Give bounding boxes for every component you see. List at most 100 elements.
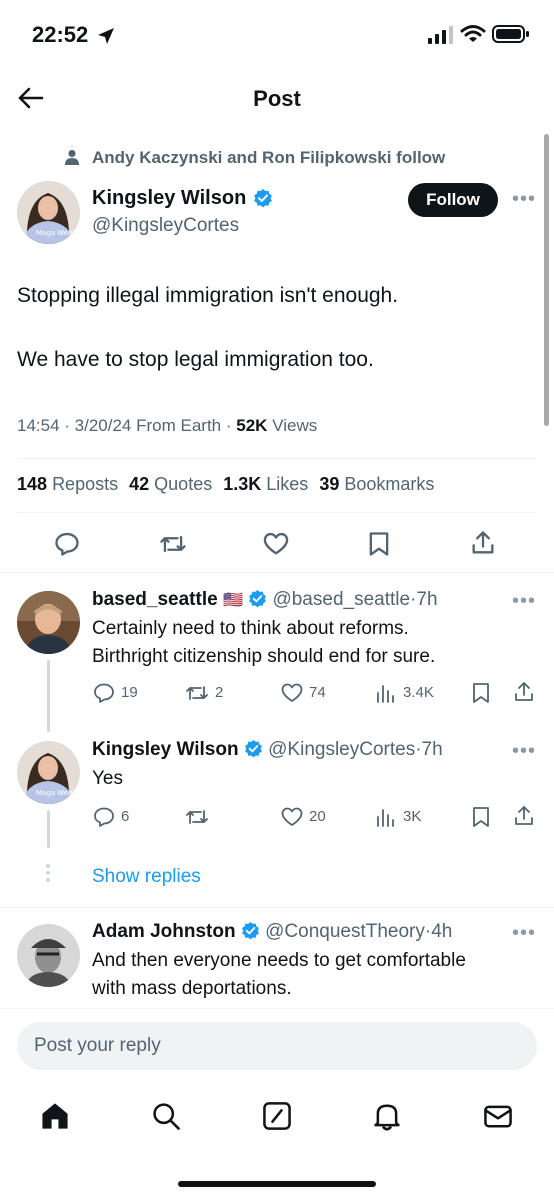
composer-area: Post your reply (0, 1008, 554, 1082)
reply-text-line-1: Certainly need to think about reforms. (92, 618, 409, 639)
share-icon[interactable] (512, 804, 536, 828)
reply-handle[interactable]: @based_seattle (272, 589, 410, 610)
reply-author-name[interactable]: Adam Johnston (92, 921, 236, 942)
post-stats: 148 Reposts 42 Quotes 1.3K Likes 39 Book… (17, 474, 434, 495)
reply-age[interactable]: 7h (416, 589, 437, 610)
views-label: Views (272, 416, 318, 435)
like-count: 74 (309, 684, 326, 701)
reply-age[interactable]: 4h (431, 921, 452, 942)
bookmark-icon[interactable] (470, 681, 492, 705)
page-title: Post (253, 86, 301, 111)
notifications-bell-icon[interactable] (371, 1100, 403, 1132)
social-context[interactable]: Andy Kaczynski and Ron Filipkowski follo… (92, 148, 445, 168)
like-icon[interactable] (280, 681, 304, 705)
thread-line (47, 660, 50, 732)
battery-icon (492, 25, 529, 43)
author-handle[interactable]: @KingsleyCortes (92, 215, 239, 237)
bookmark-icon[interactable] (366, 530, 392, 558)
post-time[interactable]: 14:54 (17, 416, 60, 435)
reply-input-placeholder: Post your reply (34, 1035, 161, 1056)
author-name-row[interactable]: Kingsley Wilson (92, 187, 273, 210)
reply-avatar[interactable] (17, 924, 80, 987)
wifi-icon (460, 25, 486, 42)
post-text-line-2: We have to stop legal immigration too. (17, 348, 374, 371)
post-text-line-1: Stopping illegal immigration isn't enoug… (17, 284, 399, 307)
reply-header: Kingsley Wilson @KingsleyCortes·7h (92, 739, 443, 760)
like-count: 20 (309, 808, 326, 825)
reply-icon[interactable] (92, 681, 116, 705)
search-icon[interactable] (150, 1100, 182, 1132)
bookmarks-stat[interactable]: 39 Bookmarks (319, 474, 434, 494)
divider (17, 458, 537, 459)
reposts-stat[interactable]: 148 Reposts (17, 474, 118, 494)
cellular-signal-icon (428, 26, 453, 44)
compose-icon[interactable] (261, 1100, 293, 1132)
header-bar: Post (0, 70, 554, 130)
repost-icon[interactable] (184, 681, 210, 705)
scrollbar[interactable] (544, 134, 549, 426)
avatar-shirt-text: Maga Wealthy (36, 789, 80, 797)
reply-handle[interactable]: @ConquestTheory (265, 921, 425, 942)
reply-text-line-1: Yes (92, 768, 123, 789)
verified-badge-icon (241, 921, 259, 940)
repost-count: 2 (215, 684, 224, 701)
reply-actions: 6 20 3K (92, 804, 538, 830)
flag-icon: 🇺🇸 (222, 592, 243, 609)
views-count: 3.4K (403, 684, 434, 701)
post-meta: 14:54 · 3/20/24 From Earth · 52K Views (17, 416, 318, 435)
reply-icon[interactable] (53, 530, 81, 558)
person-icon (65, 149, 79, 165)
divider (0, 907, 554, 908)
status-time: 22:52 (32, 22, 89, 47)
more-options-icon[interactable]: ••• (512, 189, 536, 209)
reply-header: Adam Johnston @ConquestTheory·4h (92, 921, 453, 942)
views-icon[interactable] (375, 682, 397, 704)
more-options-icon[interactable]: ••• (512, 591, 536, 611)
reply-input[interactable]: Post your reply (17, 1022, 537, 1070)
reply-count: 19 (121, 684, 138, 701)
divider (17, 512, 537, 513)
like-icon[interactable] (280, 805, 304, 829)
verified-badge-icon (244, 739, 262, 758)
post-date[interactable]: 3/20/24 (75, 416, 132, 435)
reply-author-name[interactable]: based_seattle (92, 589, 218, 610)
follow-label: Follow (426, 190, 480, 209)
reply-count: 6 (121, 808, 130, 825)
thread-line (47, 810, 50, 848)
reply-icon[interactable] (92, 805, 116, 829)
views-count: 52K (236, 416, 268, 435)
reply-avatar[interactable]: Maga Wealthy (17, 741, 80, 804)
views-count: 3K (403, 808, 422, 825)
reply-text-line-2: with mass deportations. (92, 978, 292, 999)
quotes-stat[interactable]: 42 Quotes (129, 474, 212, 494)
share-icon[interactable] (469, 529, 497, 557)
likes-stat[interactable]: 1.3K Likes (223, 474, 308, 494)
bookmark-icon[interactable] (470, 805, 492, 829)
reply-text-line-2: Birthright citizenship should end for su… (92, 646, 436, 667)
status-bar: 22:52 (0, 0, 554, 70)
divider (0, 572, 554, 573)
repost-icon[interactable] (184, 805, 210, 829)
reply-actions: 19 2 74 3.4K (92, 680, 538, 706)
show-replies-link[interactable]: Show replies (92, 866, 201, 888)
author-name: Kingsley Wilson (92, 187, 247, 209)
reply-avatar[interactable] (17, 591, 80, 654)
reply-handle[interactable]: @KingsleyCortes (268, 739, 415, 760)
like-icon[interactable] (262, 530, 290, 558)
follow-button[interactable]: Follow (408, 183, 498, 217)
thread-dots (46, 864, 51, 882)
home-indicator (178, 1181, 376, 1187)
repost-icon[interactable] (158, 530, 188, 558)
reply-author-name[interactable]: Kingsley Wilson (92, 739, 239, 760)
more-options-icon[interactable]: ••• (512, 923, 536, 943)
messages-mail-icon[interactable] (482, 1100, 514, 1132)
verified-badge-icon (253, 189, 272, 208)
reply-age[interactable]: 7h (422, 739, 443, 760)
views-icon[interactable] (375, 806, 397, 828)
author-avatar[interactable]: Maga Wealthy (17, 181, 80, 244)
more-options-icon[interactable]: ••• (512, 741, 536, 761)
post-source: From Earth (136, 416, 222, 435)
share-icon[interactable] (512, 680, 536, 704)
bottom-nav (0, 1082, 554, 1199)
home-icon[interactable] (39, 1100, 71, 1132)
